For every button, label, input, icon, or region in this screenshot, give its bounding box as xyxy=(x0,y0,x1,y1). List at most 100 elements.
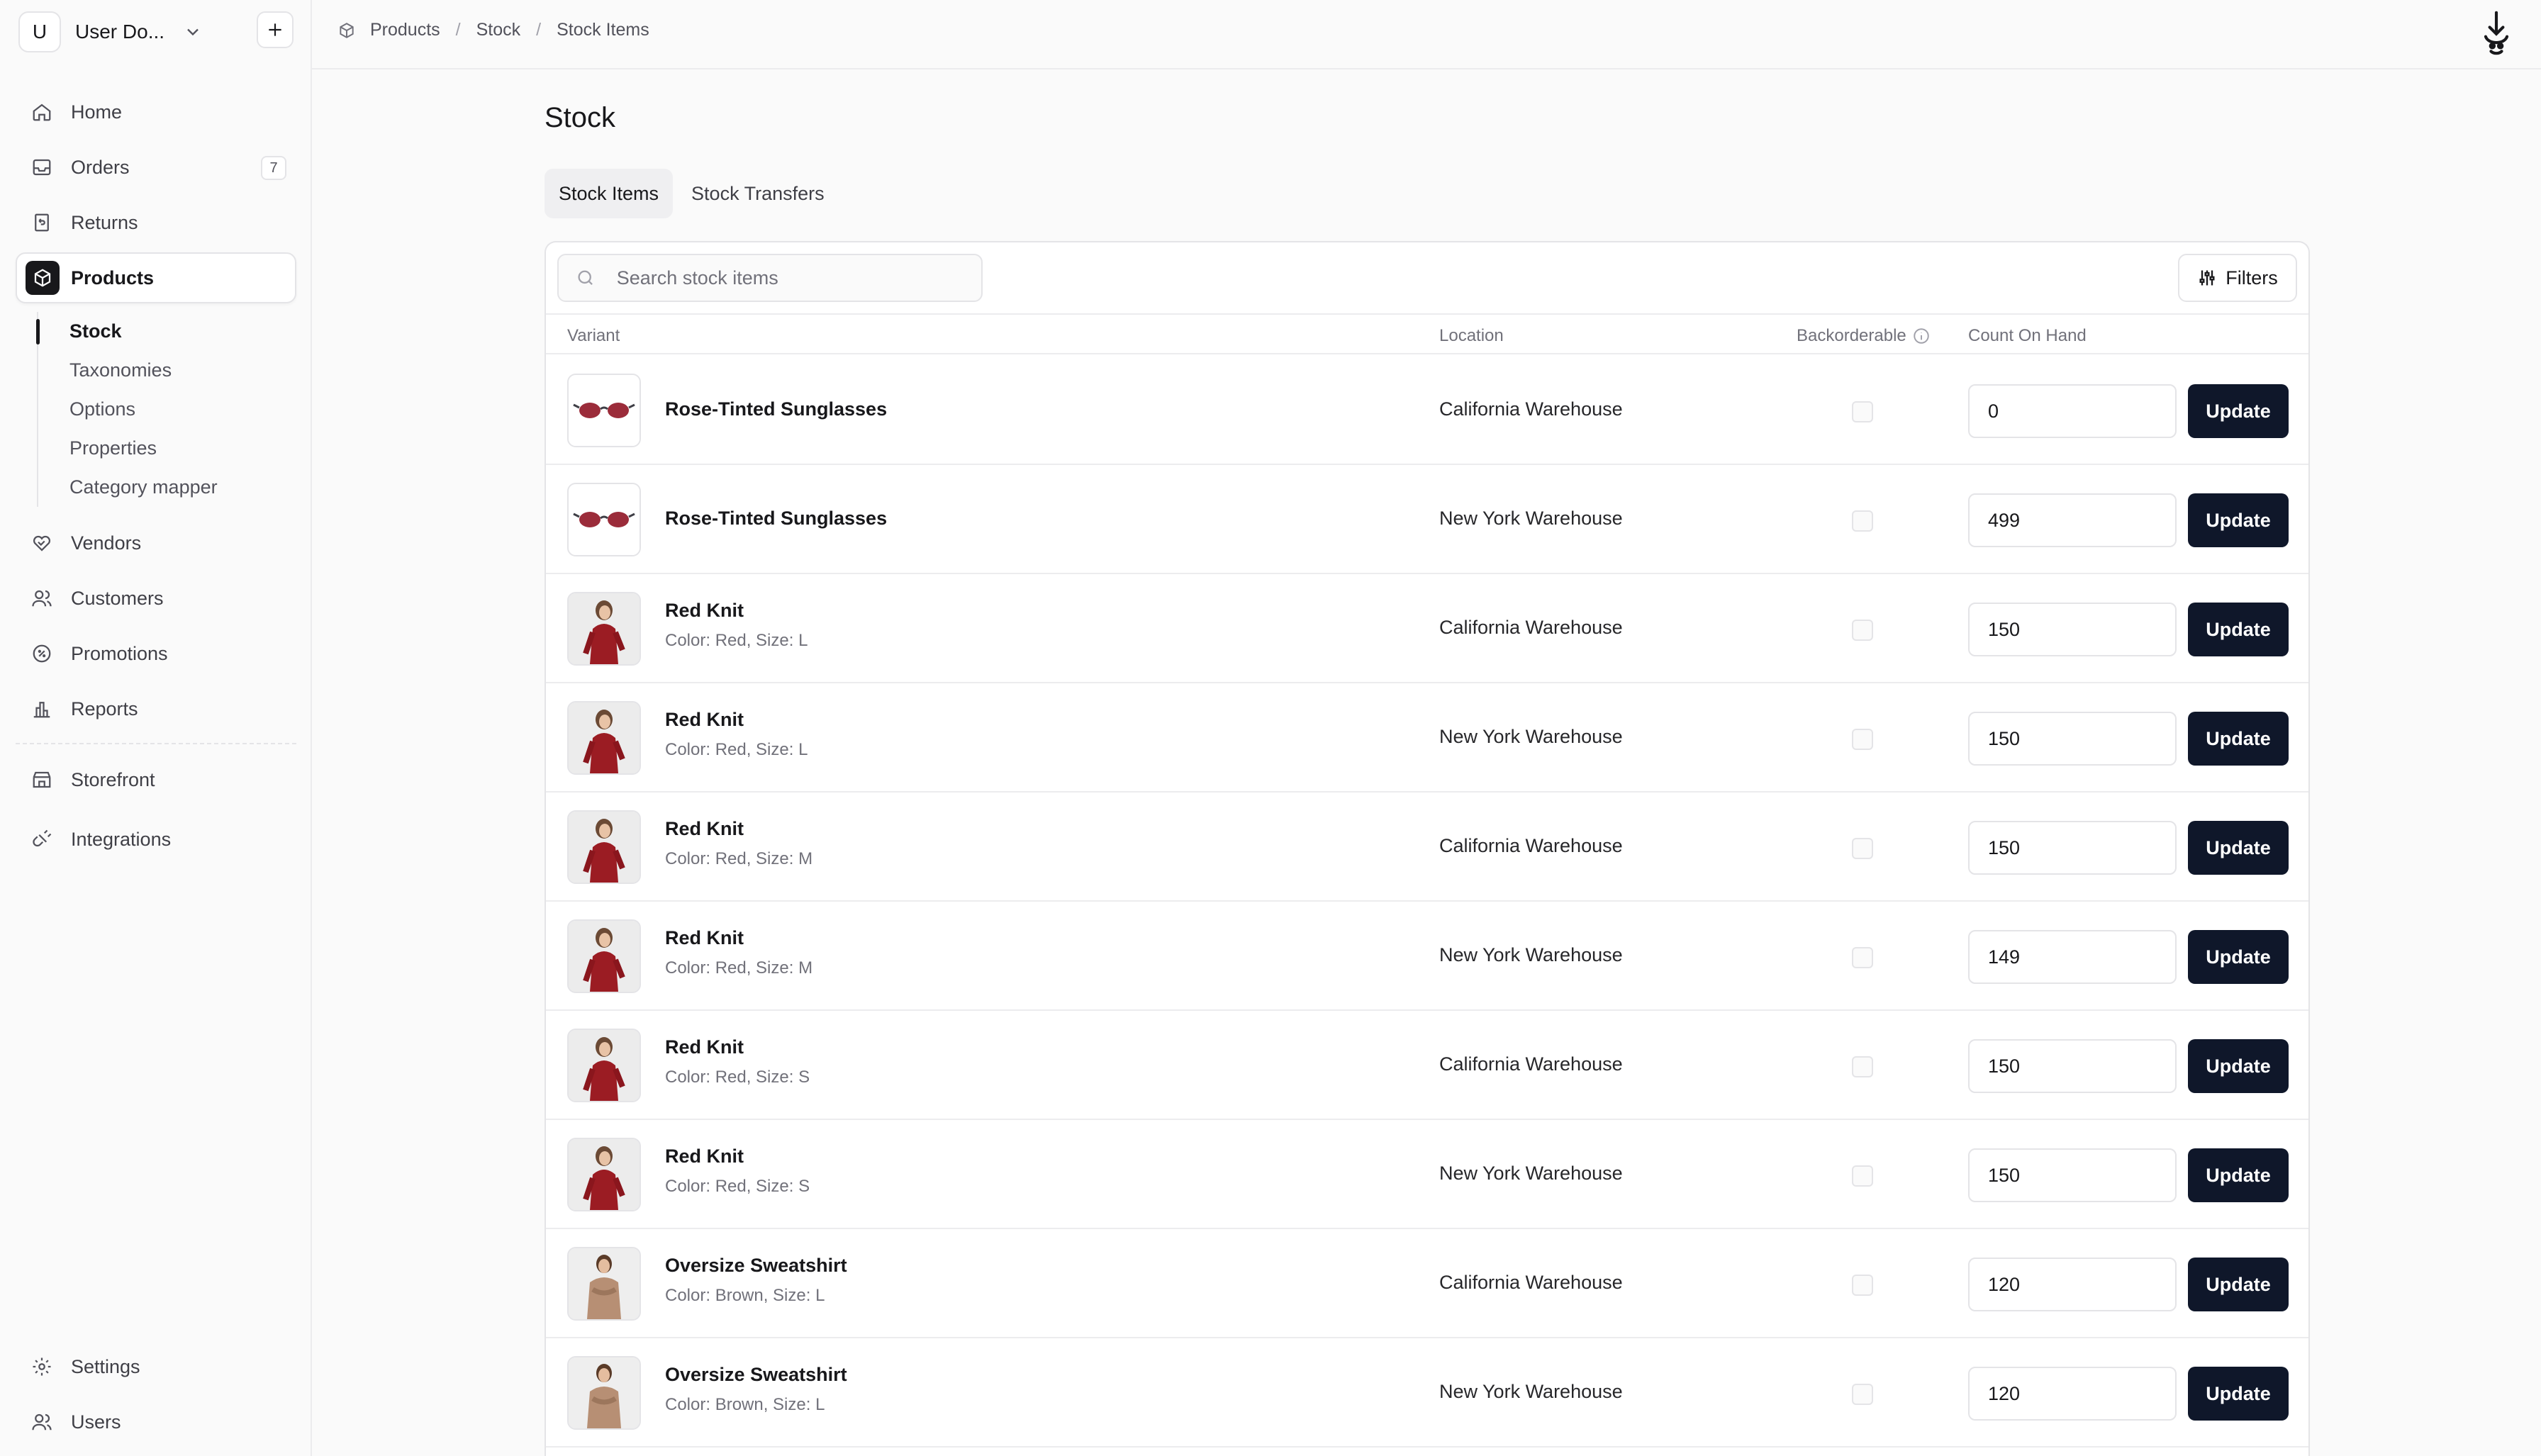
nav-item-returns[interactable]: Returns xyxy=(16,197,296,248)
update-button[interactable]: Update xyxy=(2188,930,2289,984)
breadcrumb-stock[interactable]: Stock xyxy=(476,20,521,40)
store-switcher[interactable]: U User Do... xyxy=(18,11,231,52)
table-row: Red Knit Color: Red, Size: S New York Ware… xyxy=(546,1120,2308,1229)
count-on-hand-input[interactable] xyxy=(1968,712,2177,766)
breadcrumb-stock-items: Stock Items xyxy=(557,20,649,40)
search-field[interactable] xyxy=(557,254,983,302)
nav-item-integrations[interactable]: Integrations xyxy=(16,814,296,865)
package-icon xyxy=(340,22,354,38)
table-header: Variant Location Backorderable Count On … xyxy=(546,313,2308,354)
tab-stock-items[interactable]: Stock Items xyxy=(544,169,674,218)
nav-item-orders[interactable]: Orders 7 xyxy=(16,142,296,193)
products-subnav: Stock Taxonomies Options Properties Cate… xyxy=(36,312,292,507)
update-button[interactable]: Update xyxy=(2188,1367,2289,1421)
subnav-item-options[interactable]: Options xyxy=(38,390,292,429)
subnav-item-category-mapper[interactable]: Category mapper xyxy=(38,468,292,507)
backorderable-checkbox[interactable] xyxy=(1852,1056,1873,1077)
nav-item-settings[interactable]: Settings xyxy=(16,1341,296,1392)
update-button[interactable]: Update xyxy=(2188,821,2289,875)
count-on-hand-input[interactable] xyxy=(1968,1039,2177,1093)
count-on-hand-input[interactable] xyxy=(1968,1148,2177,1202)
count-on-hand-input[interactable] xyxy=(1968,603,2177,656)
red-knit-photo xyxy=(567,592,641,666)
nav-item-home[interactable]: Home xyxy=(16,86,296,138)
update-button[interactable]: Update xyxy=(2188,1148,2289,1202)
variant-name[interactable]: Red Knit xyxy=(665,1146,744,1167)
backorderable-checkbox[interactable] xyxy=(1852,947,1873,968)
table-row: Red Knit Color: Red, Size: L New York Ware… xyxy=(546,683,2308,793)
search-input[interactable] xyxy=(616,267,981,289)
nav-item-storefront[interactable]: Storefront xyxy=(16,754,296,805)
variant-name[interactable]: Oversize Sweatshirt xyxy=(665,1364,847,1386)
variant-name[interactable]: Rose-Tinted Sunglasses xyxy=(665,398,887,420)
sweatshirt-photo xyxy=(567,1356,641,1430)
variant-options: Color: Red, Size: M xyxy=(665,958,813,978)
stock-location: California Warehouse xyxy=(1439,398,1623,420)
backorderable-checkbox[interactable] xyxy=(1852,1275,1873,1296)
backorderable-checkbox[interactable] xyxy=(1852,1165,1873,1187)
tab-stock-transfers[interactable]: Stock Transfers xyxy=(677,169,839,218)
backorderable-label: Backorderable xyxy=(1797,326,1906,345)
handshake-icon xyxy=(30,531,54,555)
stock-location: California Warehouse xyxy=(1439,1053,1623,1075)
update-button[interactable]: Update xyxy=(2188,384,2289,438)
backorderable-checkbox[interactable] xyxy=(1852,729,1873,750)
home-icon xyxy=(30,100,54,124)
info-icon[interactable] xyxy=(1912,327,1931,345)
filters-label: Filters xyxy=(2226,267,2278,289)
backorderable-checkbox[interactable] xyxy=(1852,620,1873,641)
nav-item-promotions[interactable]: Promotions xyxy=(16,628,296,679)
stock-location: California Warehouse xyxy=(1439,617,1623,638)
update-button[interactable]: Update xyxy=(2188,493,2289,547)
sweatshirt-photo xyxy=(567,1247,641,1321)
variant-name[interactable]: Red Knit xyxy=(665,927,744,949)
add-store-button[interactable] xyxy=(257,11,294,48)
update-button[interactable]: Update xyxy=(2188,1039,2289,1093)
variant-name[interactable]: Red Knit xyxy=(665,1036,744,1058)
count-on-hand-input[interactable] xyxy=(1968,1258,2177,1311)
variant-name[interactable]: Rose-Tinted Sunglasses xyxy=(665,508,887,530)
count-on-hand-input[interactable] xyxy=(1968,384,2177,438)
variant-name[interactable]: Red Knit xyxy=(665,818,744,840)
nav-item-customers[interactable]: Customers xyxy=(16,573,296,624)
backorderable-checkbox[interactable] xyxy=(1852,401,1873,422)
filters-button[interactable]: Filters xyxy=(2178,254,2297,302)
variant-name[interactable]: Red Knit xyxy=(665,709,744,731)
column-header-location: Location xyxy=(1439,326,1504,345)
variant-name[interactable]: Oversize Sweatshirt xyxy=(665,1255,847,1277)
red-knit-photo xyxy=(567,701,641,775)
breadcrumb-separator: / xyxy=(536,20,542,40)
update-button[interactable]: Update xyxy=(2188,712,2289,766)
orders-count-badge: 7 xyxy=(261,156,286,180)
inbox-icon xyxy=(30,155,54,179)
nav-label-vendors: Vendors xyxy=(71,532,142,554)
count-on-hand-input[interactable] xyxy=(1968,930,2177,984)
count-on-hand-input[interactable] xyxy=(1968,1367,2177,1421)
subnav-item-properties[interactable]: Properties xyxy=(38,429,292,468)
subnav-item-stock[interactable]: Stock xyxy=(36,312,292,351)
top-bar: Products / Stock / Stock Items xyxy=(312,0,2541,69)
table-row: Red Knit Color: Red, Size: L California Wa… xyxy=(546,574,2308,683)
count-on-hand-input[interactable] xyxy=(1968,493,2177,547)
tab-bar: Stock Items Stock Transfers xyxy=(544,169,843,218)
backorderable-checkbox[interactable] xyxy=(1852,838,1873,859)
stock-location: California Warehouse xyxy=(1439,835,1623,856)
nav-item-reports[interactable]: Reports xyxy=(16,683,296,734)
discount-icon xyxy=(30,642,54,666)
backorderable-checkbox[interactable] xyxy=(1852,510,1873,532)
nav-item-vendors[interactable]: Vendors xyxy=(16,517,296,569)
breadcrumb-products[interactable]: Products xyxy=(370,20,440,40)
variant-name[interactable]: Red Knit xyxy=(665,600,744,622)
nav-item-products[interactable]: Products xyxy=(16,252,296,303)
update-button[interactable]: Update xyxy=(2188,1258,2289,1311)
backorderable-checkbox[interactable] xyxy=(1852,1384,1873,1405)
update-button[interactable]: Update xyxy=(2188,603,2289,656)
subnav-item-taxonomies[interactable]: Taxonomies xyxy=(38,351,292,390)
count-on-hand-input[interactable] xyxy=(1968,821,2177,875)
nav-label-promotions: Promotions xyxy=(71,642,168,664)
variant-options: Color: Red, Size: S xyxy=(665,1068,810,1087)
app-logo-icon xyxy=(2484,11,2509,55)
variant-options: Color: Red, Size: L xyxy=(665,740,808,759)
stock-location: New York Warehouse xyxy=(1439,1381,1623,1402)
nav-item-users[interactable]: Users xyxy=(16,1396,296,1447)
